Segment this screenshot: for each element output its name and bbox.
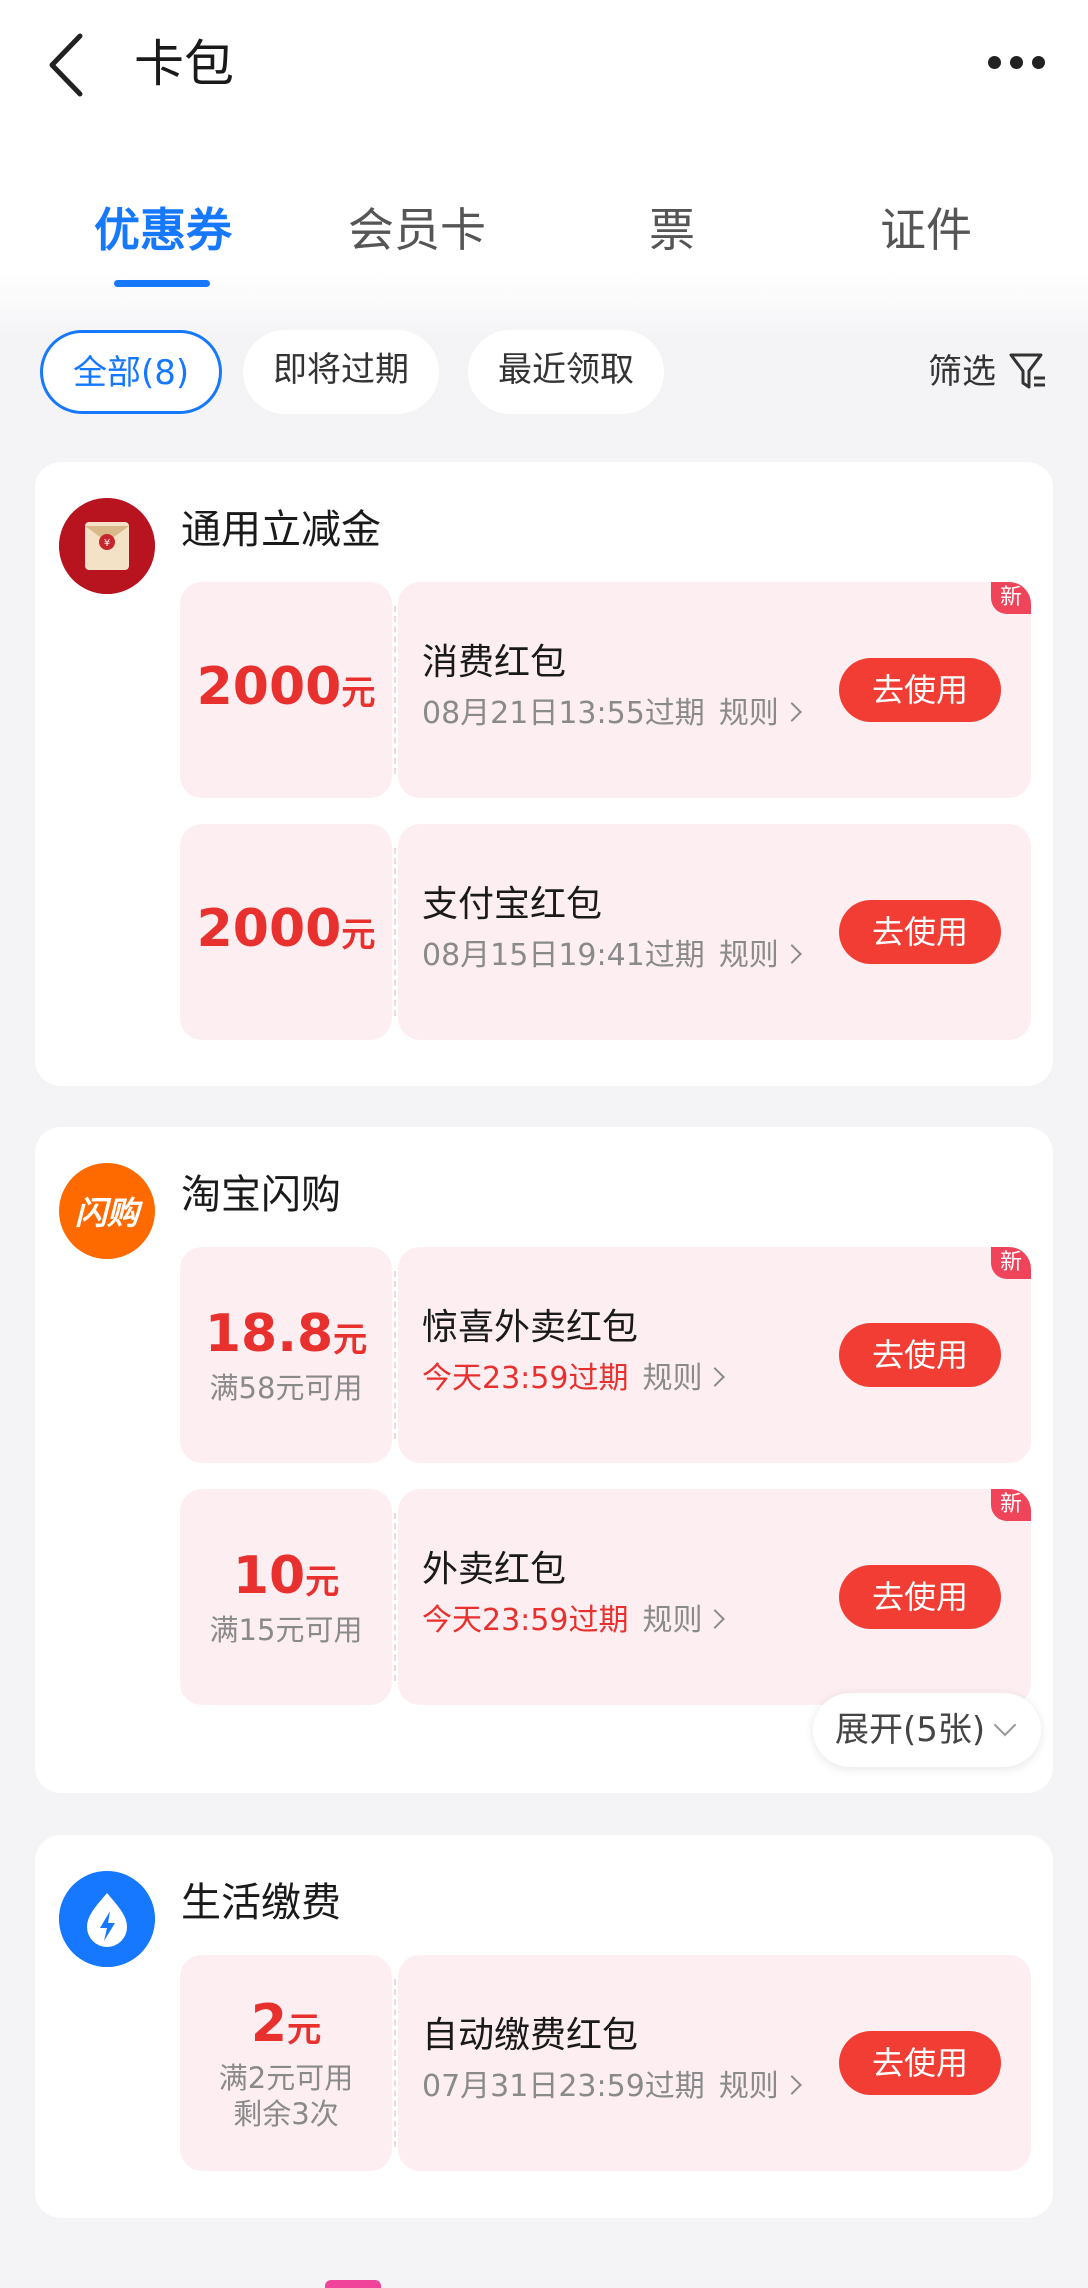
rules-link[interactable]: 规则 xyxy=(719,2069,802,2104)
coupon-divider xyxy=(394,606,396,774)
group-title: 通用立减金 xyxy=(181,507,381,553)
rules-link[interactable]: 规则 xyxy=(719,938,802,973)
coupon-expiry: 07月31日23:59过期 xyxy=(422,2069,705,2104)
coupon-condition: 满2元可用 xyxy=(218,2061,354,2095)
coupon-detail-panel: 惊喜外卖红包 今天23:59过期 规则 去使用 新 xyxy=(398,1247,1031,1463)
coupon-group-card: 闪购 淘宝闪购 18.8元 满58元可用 惊喜外卖红包 今天23:59过期 规则 … xyxy=(35,1127,1053,1793)
coupon-amount: 18.8元 xyxy=(204,1304,368,1364)
coupon-condition: 满15元可用 xyxy=(209,1613,363,1647)
coupon-amount-panel: 10元 满15元可用 xyxy=(180,1489,392,1705)
rules-link[interactable]: 规则 xyxy=(719,696,802,731)
expand-more-button[interactable]: 展开(5张) xyxy=(813,1693,1041,1767)
chevron-right-icon xyxy=(781,702,802,722)
coupon-item: 2000元 支付宝红包 08月15日19:41过期 规则 去使用 xyxy=(180,824,1031,1040)
svg-text:¥: ¥ xyxy=(104,538,110,549)
new-badge: 新 xyxy=(991,1489,1031,1521)
chevron-right-icon xyxy=(781,2075,802,2095)
active-tab-indicator xyxy=(114,280,210,287)
new-badge: 新 xyxy=(991,582,1031,614)
tab-ids[interactable]: 证件 xyxy=(790,190,1062,270)
red-envelope-icon: ¥ xyxy=(59,498,155,594)
taobao-flash-logo-icon: 闪购 xyxy=(59,1163,155,1259)
coupon-detail-panel: 消费红包 08月21日13:55过期 规则 去使用 新 xyxy=(398,582,1031,798)
coupon-amount-panel: 18.8元 满58元可用 xyxy=(180,1247,392,1463)
coupon-title: 支付宝红包 xyxy=(422,884,603,925)
tab-membership-cards[interactable]: 会员卡 xyxy=(281,190,553,270)
coupon-expiry: 08月15日19:41过期 xyxy=(422,938,705,973)
coupon-detail-panel: 支付宝红包 08月15日19:41过期 规则 去使用 xyxy=(398,824,1031,1040)
filter-funnel-icon xyxy=(1009,353,1045,389)
coupon-divider xyxy=(394,1513,396,1681)
coupon-meta: 今天23:59过期 规则 xyxy=(422,1599,726,1643)
filter-chip-expiring[interactable]: 即将过期 xyxy=(243,330,439,414)
use-coupon-button[interactable]: 去使用 xyxy=(839,1323,1001,1387)
chevron-right-icon xyxy=(781,944,802,964)
coupon-remaining: 剩余3次 xyxy=(233,2097,339,2131)
filter-chip-all[interactable]: 全部(8) xyxy=(40,330,223,414)
group-title: 淘宝闪购 xyxy=(181,1172,341,1218)
tab-tickets[interactable]: 票 xyxy=(536,190,808,270)
coupon-amount: 10元 xyxy=(232,1546,340,1606)
coupon-item: 2元 满2元可用 剩余3次 自动缴费红包 07月31日23:59过期 规则 去使用 xyxy=(180,1955,1031,2171)
coupon-detail-panel: 自动缴费红包 07月31日23:59过期 规则 去使用 xyxy=(398,1955,1031,2171)
chevron-right-icon xyxy=(705,1609,726,1629)
chevron-right-icon xyxy=(705,1367,726,1387)
use-coupon-button[interactable]: 去使用 xyxy=(839,2031,1001,2095)
use-coupon-button[interactable]: 去使用 xyxy=(839,900,1001,964)
tab-bar: 优惠券 会员卡 票 证件 xyxy=(0,190,1088,290)
coupon-group-card: 生活缴费 2元 满2元可用 剩余3次 自动缴费红包 07月31日23:59过期规… xyxy=(35,1835,1053,2218)
lightning-icon xyxy=(59,1871,155,1967)
coupon-meta: 07月31日23:59过期 规则 xyxy=(422,2065,802,2109)
use-coupon-button[interactable]: 去使用 xyxy=(839,1565,1001,1629)
coupon-expiry: 08月21日13:55过期 xyxy=(422,696,705,731)
coupon-meta: 今天23:59过期 规则 xyxy=(422,1357,726,1401)
coupon-title: 自动缴费红包 xyxy=(422,2015,639,2056)
coupon-amount: 2元 xyxy=(250,1994,322,2054)
coupon-title: 惊喜外卖红包 xyxy=(422,1307,639,1348)
coupon-group-card: ¥ 通用立减金 2000元 消费红包 08月21日13:55过期 规则 去使用 新… xyxy=(35,462,1053,1086)
coupon-condition: 满58元可用 xyxy=(209,1371,363,1405)
filter-chip-recent[interactable]: 最近领取 xyxy=(468,330,664,414)
coupon-amount-panel: 2000元 xyxy=(180,824,392,1040)
chevron-down-icon xyxy=(993,1713,1017,1737)
expand-label: 展开(5张) xyxy=(835,1710,986,1750)
coupon-meta: 08月21日13:55过期 规则 xyxy=(422,692,802,736)
coupon-item: 2000元 消费红包 08月21日13:55过期 规则 去使用 新 xyxy=(180,582,1031,798)
use-coupon-button[interactable]: 去使用 xyxy=(839,658,1001,722)
coupon-expiry: 今天23:59过期 xyxy=(422,1361,629,1396)
group-title: 生活缴费 xyxy=(181,1880,341,1926)
next-group-icon-peek xyxy=(325,2280,381,2288)
coupon-amount: 2000元 xyxy=(196,657,376,717)
rules-link[interactable]: 规则 xyxy=(642,1603,726,1638)
page-title: 卡包 xyxy=(134,35,234,93)
coupon-title: 外卖红包 xyxy=(422,1549,567,1590)
coupon-amount-panel: 2000元 xyxy=(180,582,392,798)
filter-button[interactable]: 筛选 xyxy=(928,330,1048,414)
coupon-divider xyxy=(394,1271,396,1439)
coupon-amount-panel: 2元 满2元可用 剩余3次 xyxy=(180,1955,392,2171)
more-options-icon[interactable] xyxy=(988,50,1048,80)
coupon-item: 18.8元 满58元可用 惊喜外卖红包 今天23:59过期 规则 去使用 新 xyxy=(180,1247,1031,1463)
coupon-detail-panel: 外卖红包 今天23:59过期 规则 去使用 新 xyxy=(398,1489,1031,1705)
filter-label: 筛选 xyxy=(928,352,996,392)
new-badge: 新 xyxy=(991,1247,1031,1279)
coupon-item: 10元 满15元可用 外卖红包 今天23:59过期 规则 去使用 新 xyxy=(180,1489,1031,1705)
coupon-meta: 08月15日19:41过期 规则 xyxy=(422,934,802,978)
back-arrow-icon[interactable] xyxy=(40,30,100,100)
tab-coupons[interactable]: 优惠券 xyxy=(27,190,299,270)
coupon-title: 消费红包 xyxy=(422,642,567,683)
rules-link[interactable]: 规则 xyxy=(642,1361,726,1396)
coupon-expiry: 今天23:59过期 xyxy=(422,1603,629,1638)
coupon-divider xyxy=(394,848,396,1016)
coupon-amount: 2000元 xyxy=(196,899,376,959)
coupon-divider xyxy=(394,1979,396,2147)
